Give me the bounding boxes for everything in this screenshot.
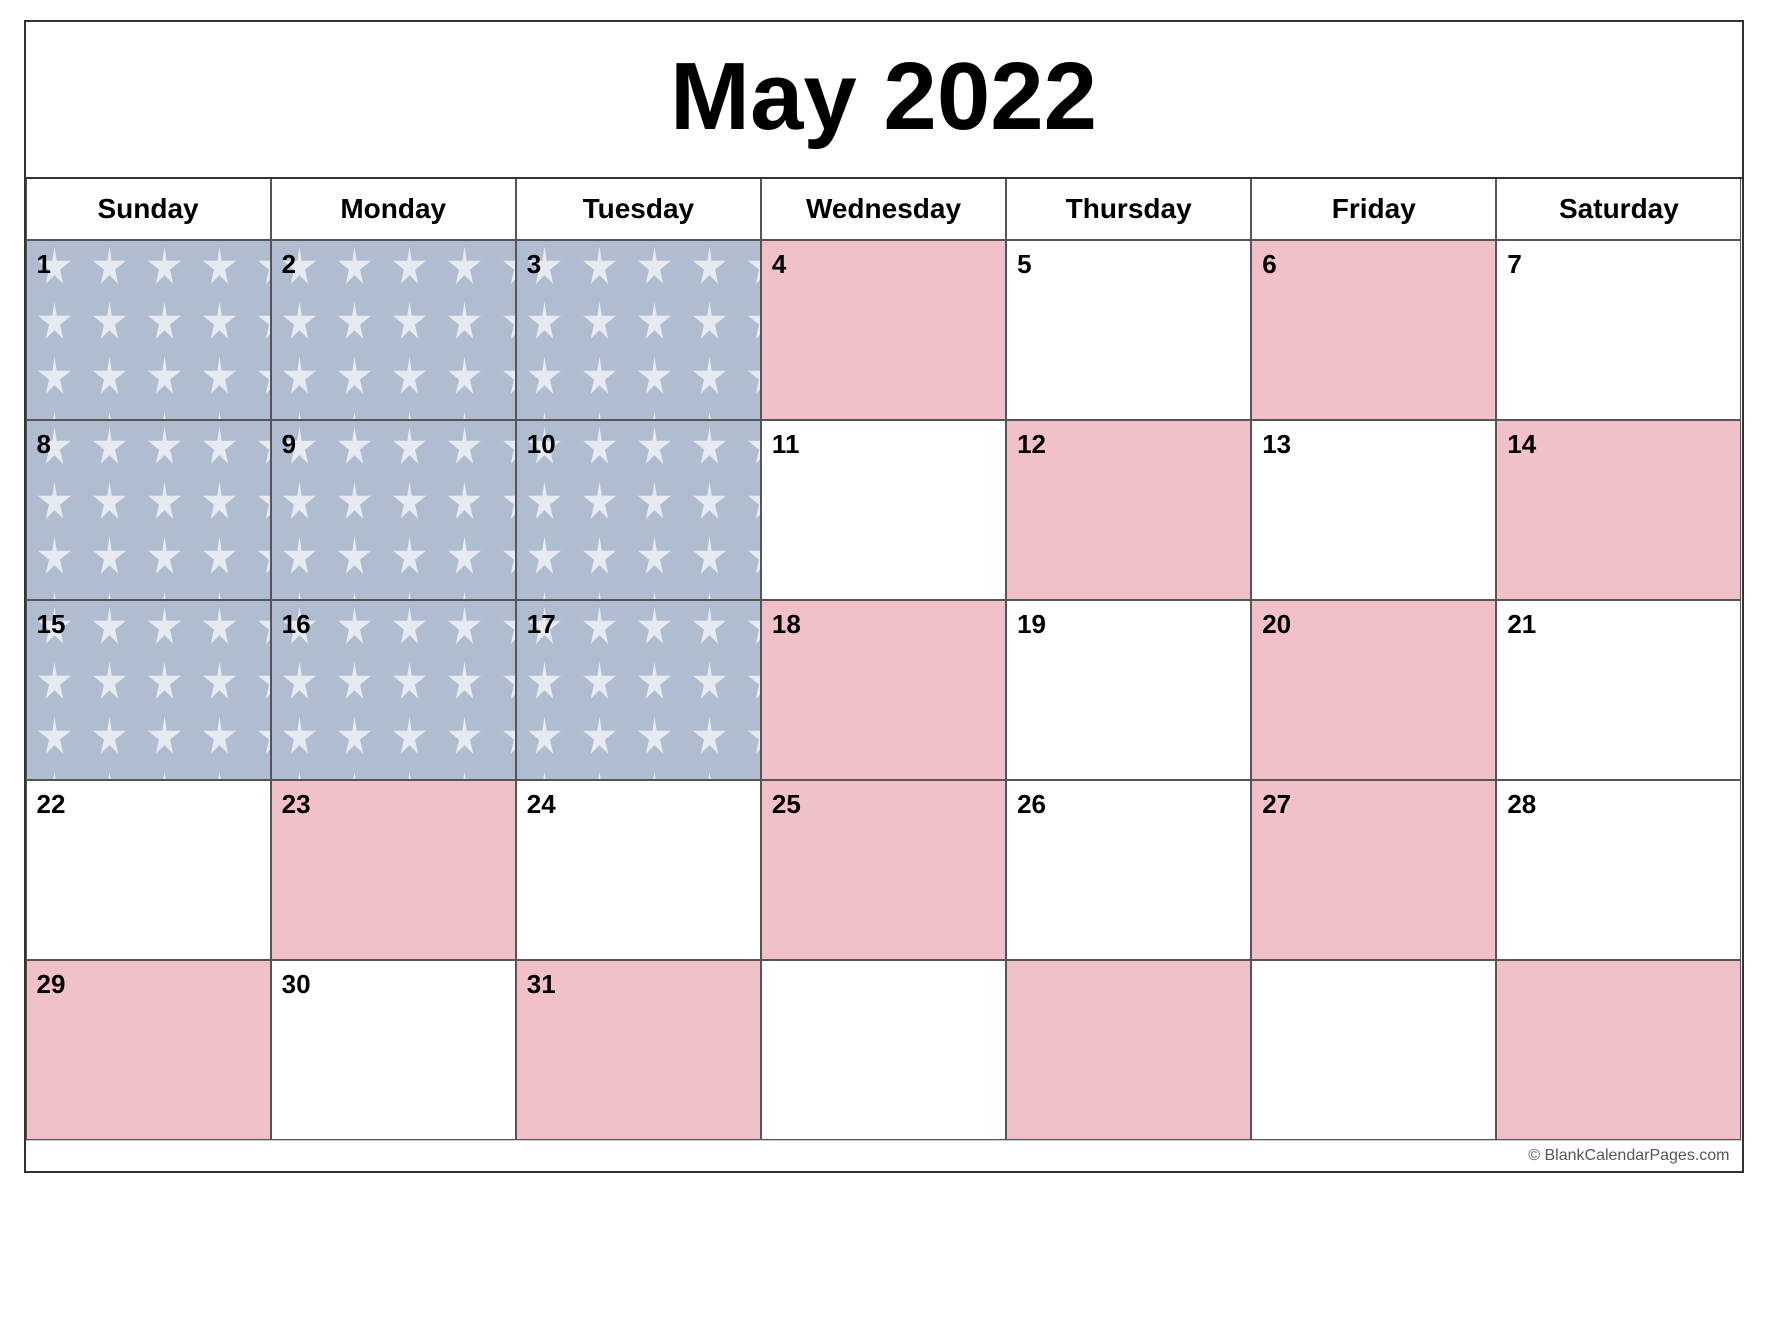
day-number: 6 <box>1262 249 1276 280</box>
day-header-tuesday: Tuesday <box>516 179 761 240</box>
day-number: 10 <box>527 429 556 460</box>
day-cell: 18 <box>761 600 1006 780</box>
day-cell <box>761 960 1006 1140</box>
day-number: 15 <box>37 609 66 640</box>
day-number: 21 <box>1507 609 1536 640</box>
day-cell: 29 <box>26 960 271 1140</box>
day-cell: 16 <box>271 600 516 780</box>
day-cell: 13 <box>1251 420 1496 600</box>
day-cell <box>1006 960 1251 1140</box>
day-number: 27 <box>1262 789 1291 820</box>
day-number: 31 <box>527 969 556 1000</box>
day-number: 11 <box>772 429 800 460</box>
day-number: 24 <box>527 789 556 820</box>
day-cell: 5 <box>1006 240 1251 420</box>
day-number: 29 <box>37 969 66 1000</box>
day-header-monday: Monday <box>271 179 516 240</box>
calendar-grid: SundayMondayTuesdayWednesdayThursdayFrid… <box>26 179 1742 1140</box>
day-header-sunday: Sunday <box>26 179 271 240</box>
day-cell: 10 <box>516 420 761 600</box>
day-cell: 3 <box>516 240 761 420</box>
day-cell: 6 <box>1251 240 1496 420</box>
calendar-container: May 2022 SundayMondayTuesdayWednesdayThu… <box>24 20 1744 1173</box>
day-header-wednesday: Wednesday <box>761 179 1006 240</box>
day-cell: 28 <box>1496 780 1741 960</box>
day-number: 1 <box>37 249 51 280</box>
day-number: 2 <box>282 249 296 280</box>
day-cell: 1 <box>26 240 271 420</box>
day-number: 12 <box>1017 429 1046 460</box>
day-cell: 30 <box>271 960 516 1140</box>
day-number: 3 <box>527 249 541 280</box>
day-number: 19 <box>1017 609 1046 640</box>
day-number: 20 <box>1262 609 1291 640</box>
day-number: 22 <box>37 789 66 820</box>
day-cell: 26 <box>1006 780 1251 960</box>
day-cell: 24 <box>516 780 761 960</box>
day-cell: 27 <box>1251 780 1496 960</box>
day-cell: 11 <box>761 420 1006 600</box>
day-cell: 14 <box>1496 420 1741 600</box>
day-cell: 12 <box>1006 420 1251 600</box>
day-number: 25 <box>772 789 801 820</box>
day-cell <box>1496 960 1741 1140</box>
day-cell: 7 <box>1496 240 1741 420</box>
day-cell: 17 <box>516 600 761 780</box>
calendar-title: May 2022 <box>26 22 1742 179</box>
day-cell: 23 <box>271 780 516 960</box>
day-number: 7 <box>1507 249 1521 280</box>
day-number: 9 <box>282 429 296 460</box>
day-cell: 31 <box>516 960 761 1140</box>
day-number: 26 <box>1017 789 1046 820</box>
day-cell: 20 <box>1251 600 1496 780</box>
day-cell: 19 <box>1006 600 1251 780</box>
day-cell <box>1251 960 1496 1140</box>
day-number: 8 <box>37 429 51 460</box>
day-cell: 25 <box>761 780 1006 960</box>
day-cell: 9 <box>271 420 516 600</box>
day-cell: 21 <box>1496 600 1741 780</box>
day-number: 13 <box>1262 429 1291 460</box>
day-number: 14 <box>1507 429 1536 460</box>
day-number: 28 <box>1507 789 1536 820</box>
day-number: 4 <box>772 249 786 280</box>
day-number: 23 <box>282 789 311 820</box>
day-cell: 2 <box>271 240 516 420</box>
day-header-saturday: Saturday <box>1496 179 1741 240</box>
day-number: 5 <box>1017 249 1031 280</box>
day-header-thursday: Thursday <box>1006 179 1251 240</box>
day-number: 18 <box>772 609 801 640</box>
day-number: 17 <box>527 609 556 640</box>
day-cell: 22 <box>26 780 271 960</box>
day-cell: 8 <box>26 420 271 600</box>
day-cell: 4 <box>761 240 1006 420</box>
day-cell: 15 <box>26 600 271 780</box>
watermark: © BlankCalendarPages.com <box>26 1140 1742 1171</box>
day-number: 16 <box>282 609 311 640</box>
day-number: 30 <box>282 969 311 1000</box>
day-header-friday: Friday <box>1251 179 1496 240</box>
